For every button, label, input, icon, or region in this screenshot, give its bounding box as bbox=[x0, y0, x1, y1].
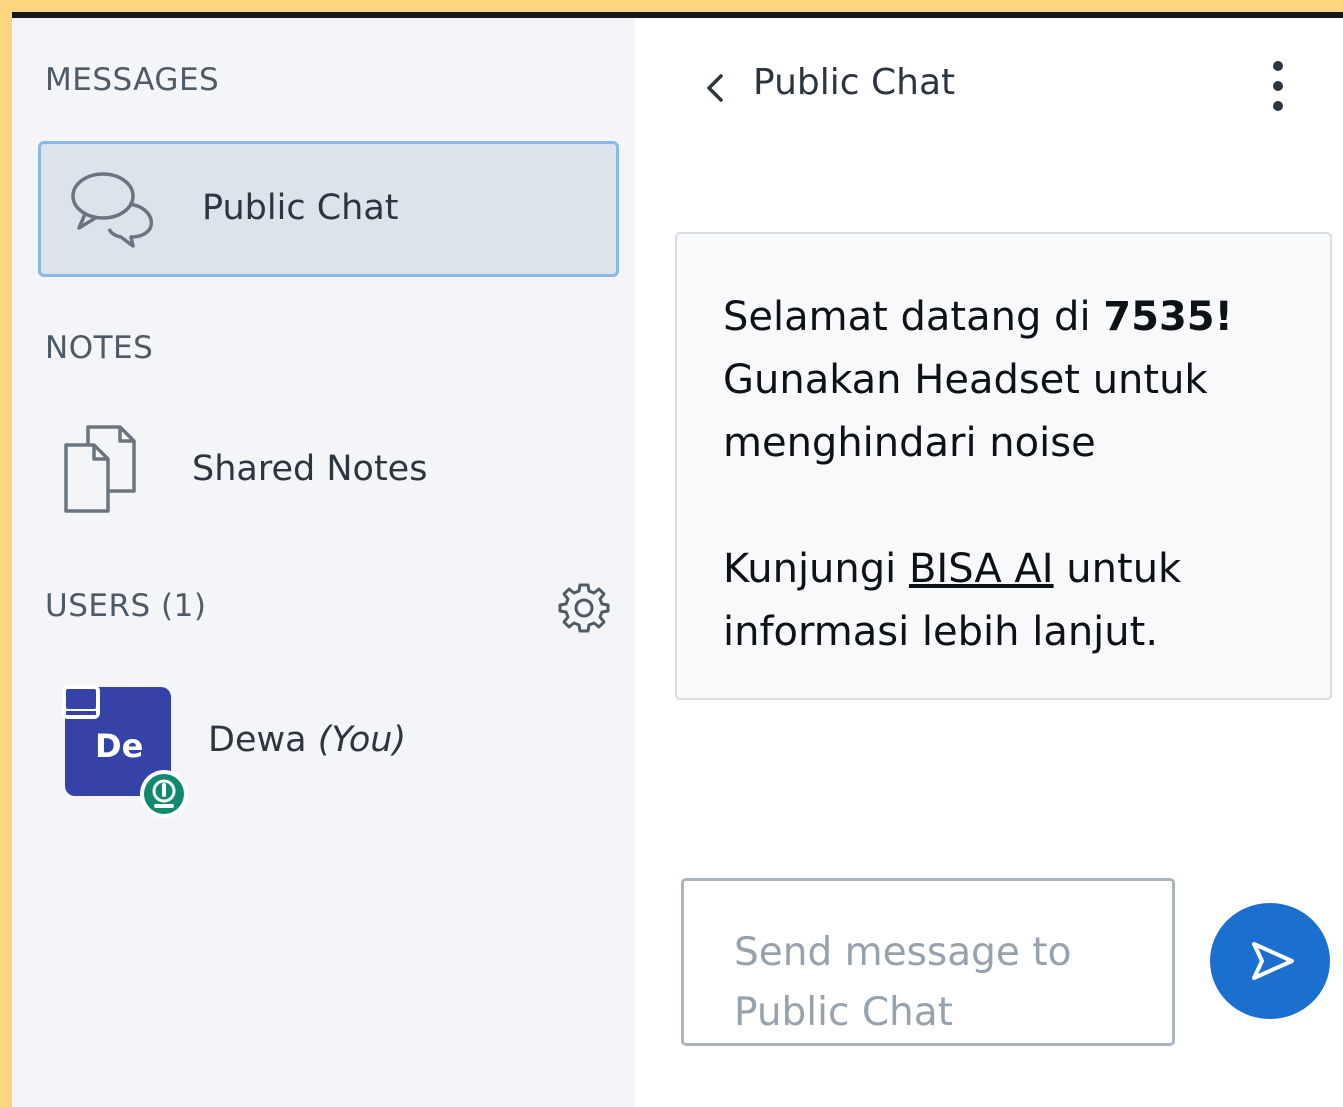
user-list-item[interactable]: De Dewa (You) bbox=[38, 670, 613, 820]
send-icon bbox=[1252, 942, 1294, 980]
sidebar: MESSAGES Public Chat NOTES Shared Notes … bbox=[12, 18, 635, 1107]
welcome-line-1: Selamat datang di 7535! bbox=[723, 286, 1303, 349]
chat-title[interactable]: Public Chat bbox=[753, 62, 955, 103]
users-section-title: USERS (1) bbox=[45, 588, 207, 624]
welcome-spacer bbox=[723, 475, 1303, 538]
sidebar-item-label: Public Chat bbox=[202, 188, 399, 228]
presentation-icon bbox=[66, 689, 96, 715]
welcome-line-3: Kunjungi BISA AI untuk informasi lebih l… bbox=[723, 538, 1303, 664]
user-you-label: (You) bbox=[317, 720, 407, 760]
welcome-greeting: Selamat datang di bbox=[723, 294, 1104, 340]
sidebar-item-shared-notes[interactable]: Shared Notes bbox=[38, 411, 613, 535]
chevron-left-icon[interactable] bbox=[701, 68, 729, 108]
window-frame-top bbox=[0, 0, 1343, 12]
notes-section-title: NOTES bbox=[45, 330, 154, 366]
gear-icon[interactable] bbox=[558, 581, 610, 633]
sidebar-item-public-chat[interactable]: Public Chat bbox=[38, 141, 619, 277]
messages-section-title: MESSAGES bbox=[45, 62, 220, 98]
welcome-visit-text: Kunjungi bbox=[723, 546, 909, 592]
chat-bubbles-icon bbox=[71, 172, 154, 248]
voice-status-badge bbox=[140, 770, 188, 818]
documents-icon bbox=[64, 425, 136, 513]
listen-only-icon bbox=[144, 774, 184, 814]
sidebar-item-label: Shared Notes bbox=[192, 449, 428, 489]
bisa-ai-link[interactable]: BISA AI bbox=[909, 546, 1054, 592]
message-input[interactable]: Send message to Public Chat bbox=[681, 878, 1175, 1046]
more-options-icon[interactable] bbox=[1263, 58, 1293, 114]
welcome-line-2: Gunakan Headset untuk menghindari noise bbox=[723, 357, 1208, 466]
window-frame-left bbox=[0, 0, 12, 1107]
presenter-badge bbox=[62, 685, 100, 719]
user-display-name: Dewa bbox=[208, 720, 307, 760]
welcome-message: Selamat datang di 7535! Gunakan Headset … bbox=[675, 232, 1332, 700]
chat-panel: Public Chat Selamat datang di 7535! Guna… bbox=[635, 18, 1343, 1107]
user-name: Dewa (You) bbox=[208, 720, 406, 760]
welcome-room-name: 7535! bbox=[1103, 294, 1233, 340]
message-input-placeholder: Send message to Public Chat bbox=[734, 930, 1072, 1035]
send-button[interactable] bbox=[1210, 903, 1330, 1019]
avatar-initials: De bbox=[95, 727, 144, 765]
welcome-text: Selamat datang di 7535! Gunakan Headset … bbox=[723, 286, 1303, 664]
